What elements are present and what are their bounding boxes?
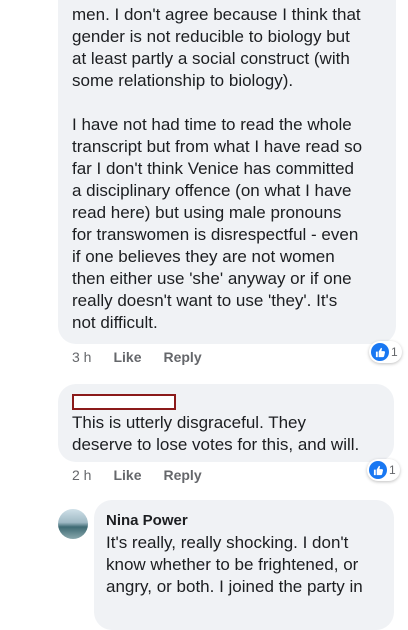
comment-text: This is utterly disgraceful. They deserv…: [72, 413, 360, 454]
comment-actions: 3 h Like Reply: [72, 349, 224, 365]
reaction-count: 1: [391, 345, 398, 359]
comment-bubble: This is utterly disgraceful. They deserv…: [58, 384, 394, 462]
redacted-author-name: [72, 394, 176, 410]
comment-text: It's really, really shocking. I don't kn…: [106, 533, 363, 596]
reply-button[interactable]: Reply: [163, 467, 201, 483]
comment-author[interactable]: Nina Power: [106, 512, 188, 529]
comment-text: men. I don't agree because I think that …: [72, 5, 363, 332]
thumbs-up-icon: [371, 343, 389, 361]
thumbs-up-icon: [369, 461, 387, 479]
avatar[interactable]: [58, 509, 88, 539]
reaction-count: 1: [389, 463, 396, 477]
reaction-badge[interactable]: 1: [367, 459, 400, 481]
reaction-badge[interactable]: 1: [369, 341, 402, 363]
comment-time[interactable]: 3 h: [72, 349, 91, 365]
comment-bubble: Nina Power It's really, really shocking.…: [94, 500, 394, 630]
comment-bubble: men. I don't agree because I think that …: [58, 0, 396, 344]
comment-time[interactable]: 2 h: [72, 467, 91, 483]
like-button[interactable]: Like: [113, 467, 141, 483]
like-button[interactable]: Like: [113, 349, 141, 365]
comment-actions: 2 h Like Reply: [72, 467, 224, 483]
reply-button[interactable]: Reply: [163, 349, 201, 365]
